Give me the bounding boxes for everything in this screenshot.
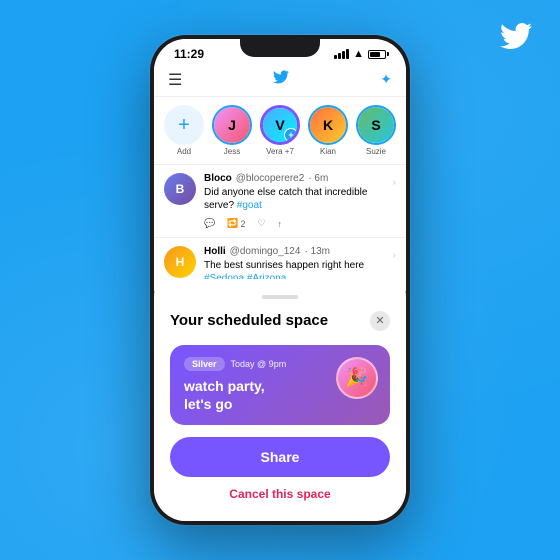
- battery-icon: [368, 50, 386, 59]
- reply-action[interactable]: 💬: [204, 218, 215, 229]
- vera-avatar: V +: [260, 105, 300, 145]
- wifi-icon: ▲: [353, 48, 364, 60]
- story-suzie[interactable]: S Suzie: [356, 105, 396, 156]
- story-add-label: Add: [177, 147, 191, 156]
- jess-label: Jess: [224, 147, 240, 156]
- hamburger-icon[interactable]: ☰: [168, 70, 182, 90]
- story-add[interactable]: + Add: [164, 105, 204, 156]
- holli-name: Holli: [204, 246, 226, 257]
- bloco-avatar: B: [164, 173, 196, 205]
- suzie-label: Suzie: [366, 147, 386, 156]
- bloco-time: · 6m: [308, 173, 328, 184]
- status-time: 11:29: [174, 47, 204, 61]
- suzie-avatar: S: [356, 105, 396, 145]
- phone-notch: [240, 35, 320, 57]
- bloco-handle: @blocoperere2: [236, 173, 305, 184]
- space-time: Today @ 9pm: [231, 359, 287, 369]
- bloco-hashtag: #goat: [237, 200, 262, 211]
- vera-label: Vera +7: [266, 147, 294, 156]
- story-kian[interactable]: K Kian: [308, 105, 348, 156]
- signal-icon: [334, 49, 349, 59]
- sparkle-icon[interactable]: ✦: [380, 71, 392, 88]
- cancel-space-link[interactable]: Cancel this space: [170, 487, 390, 501]
- jess-avatar: J: [212, 105, 252, 145]
- chevron-right-icon-2: ›: [393, 250, 396, 261]
- like-action[interactable]: ♡: [257, 218, 265, 229]
- sheet-header: Your scheduled space ✕: [170, 311, 390, 331]
- sheet-overlay: Your scheduled space ✕ Silver Today @ 9p…: [154, 291, 406, 521]
- twitter-bird-icon: [271, 69, 291, 90]
- kian-label: Kian: [320, 147, 336, 156]
- holli-tweet-header: Holli @domingo_124 · 13m: [204, 246, 396, 257]
- sheet-close-button[interactable]: ✕: [370, 311, 390, 331]
- phone-shell: 11:29 ▲ ☰ ✦: [150, 35, 410, 525]
- vera-plus-badge: +: [284, 128, 298, 142]
- kian-avatar: K: [308, 105, 348, 145]
- story-vera[interactable]: V + Vera +7: [260, 105, 300, 156]
- stories-row: + Add J Jess V + Vera +7 K Kian: [154, 97, 406, 165]
- holli-time: · 13m: [304, 246, 330, 257]
- sheet-title: Your scheduled space: [170, 312, 328, 329]
- space-host-avatar: 🎉: [336, 357, 378, 399]
- add-story-avatar: +: [164, 105, 204, 145]
- phone-screen: 11:29 ▲ ☰ ✦: [154, 39, 406, 521]
- bloco-tweet-text: Did anyone else catch that incredible se…: [204, 186, 396, 212]
- bloco-tweet-content: Bloco @blocoperere2 · 6m Did anyone else…: [204, 173, 396, 229]
- holli-avatar: H: [164, 246, 196, 278]
- bloco-tweet-actions: 💬 🔁 2 ♡ ↑: [204, 218, 396, 229]
- bloco-name: Bloco: [204, 173, 232, 184]
- story-jess[interactable]: J Jess: [212, 105, 252, 156]
- share-action[interactable]: ↑: [278, 218, 283, 229]
- share-button[interactable]: Share: [170, 437, 390, 477]
- space-host-badge: Silver: [184, 357, 225, 371]
- twitter-header: ☰ ✦: [154, 63, 406, 97]
- status-icons: ▲: [334, 48, 386, 60]
- bloco-tweet-header: Bloco @blocoperere2 · 6m: [204, 173, 396, 184]
- tweet-bloco[interactable]: B Bloco @blocoperere2 · 6m Did anyone el…: [154, 165, 406, 238]
- holli-handle: @domingo_124: [230, 246, 301, 257]
- chevron-right-icon: ›: [393, 177, 396, 188]
- space-card[interactable]: Silver Today @ 9pm watch party,let's go …: [170, 345, 390, 425]
- bottom-sheet: Your scheduled space ✕ Silver Today @ 9p…: [154, 279, 406, 521]
- retweet-action[interactable]: 🔁 2: [227, 218, 245, 229]
- sheet-drag-handle: [262, 295, 298, 299]
- twitter-corner-logo: [500, 20, 532, 60]
